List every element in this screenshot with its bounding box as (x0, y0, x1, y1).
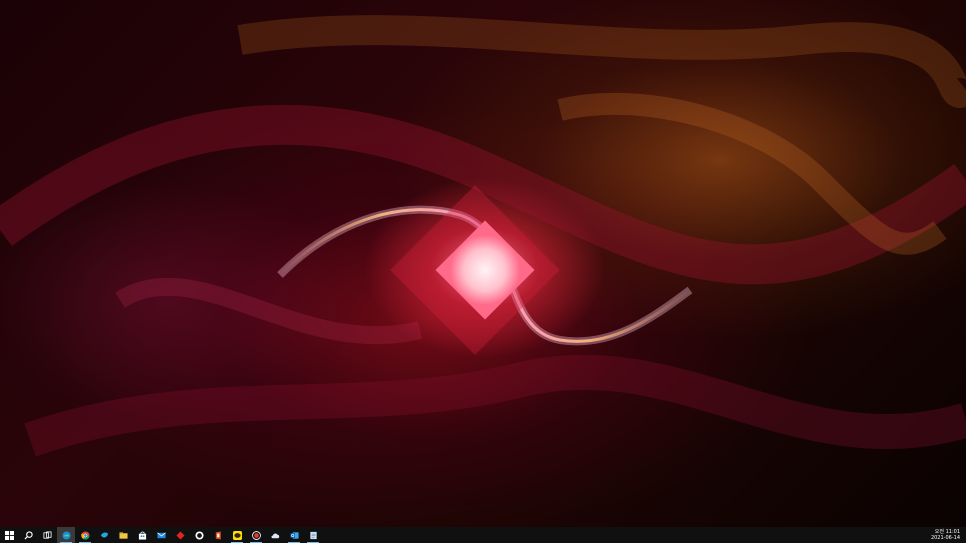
search-icon (23, 530, 33, 540)
taskbar-app-recorder[interactable] (247, 527, 265, 543)
notepad-app-icon (309, 531, 317, 539)
kakaotalk-icon (232, 530, 242, 540)
taskbar-app-notepad[interactable] (304, 527, 322, 543)
taskbar-app-bird[interactable] (95, 527, 113, 543)
task-view-icon (42, 530, 52, 539)
taskbar-app-chrome[interactable] (76, 527, 94, 543)
taskbar-app-outlook[interactable] (285, 527, 303, 543)
taskbar-app-store[interactable] (133, 527, 151, 543)
record-icon (251, 530, 261, 540)
office-icon (215, 530, 221, 540)
taskbar-app-edge[interactable] (57, 527, 75, 543)
task-view-button[interactable] (38, 527, 56, 543)
taskbar: 오전 11:01 2021-06-14 (0, 527, 966, 543)
github-icon (194, 530, 204, 540)
outlook-icon (289, 531, 299, 539)
chrome-browser-icon (80, 530, 90, 540)
desktop-wallpaper (0, 0, 966, 527)
taskbar-app-file-explorer[interactable] (114, 527, 132, 543)
system-clock[interactable]: 오전 11:01 2021-06-14 (931, 527, 960, 543)
bird-app-icon (100, 532, 108, 537)
store-icon (138, 531, 146, 540)
taskbar-app-office[interactable] (209, 527, 227, 543)
taskbar-app-mail[interactable] (152, 527, 170, 543)
edge-browser-icon (61, 530, 71, 540)
wallpaper-art (0, 15, 966, 457)
cloud-app-icon (270, 532, 279, 538)
start-button[interactable] (0, 527, 18, 543)
search-button[interactable] (19, 527, 37, 543)
red-diamond-app-icon (175, 530, 185, 540)
clock-date: 2021-06-14 (930, 535, 960, 541)
taskbar-app-kakaotalk[interactable] (228, 527, 246, 543)
taskbar-app-cloud[interactable] (266, 527, 284, 543)
windows-start-icon (4, 530, 14, 540)
mail-icon (156, 532, 166, 538)
taskbar-app-github[interactable] (190, 527, 208, 543)
taskbar-app-red-diamond[interactable] (171, 527, 189, 543)
file-explorer-icon (118, 531, 128, 539)
